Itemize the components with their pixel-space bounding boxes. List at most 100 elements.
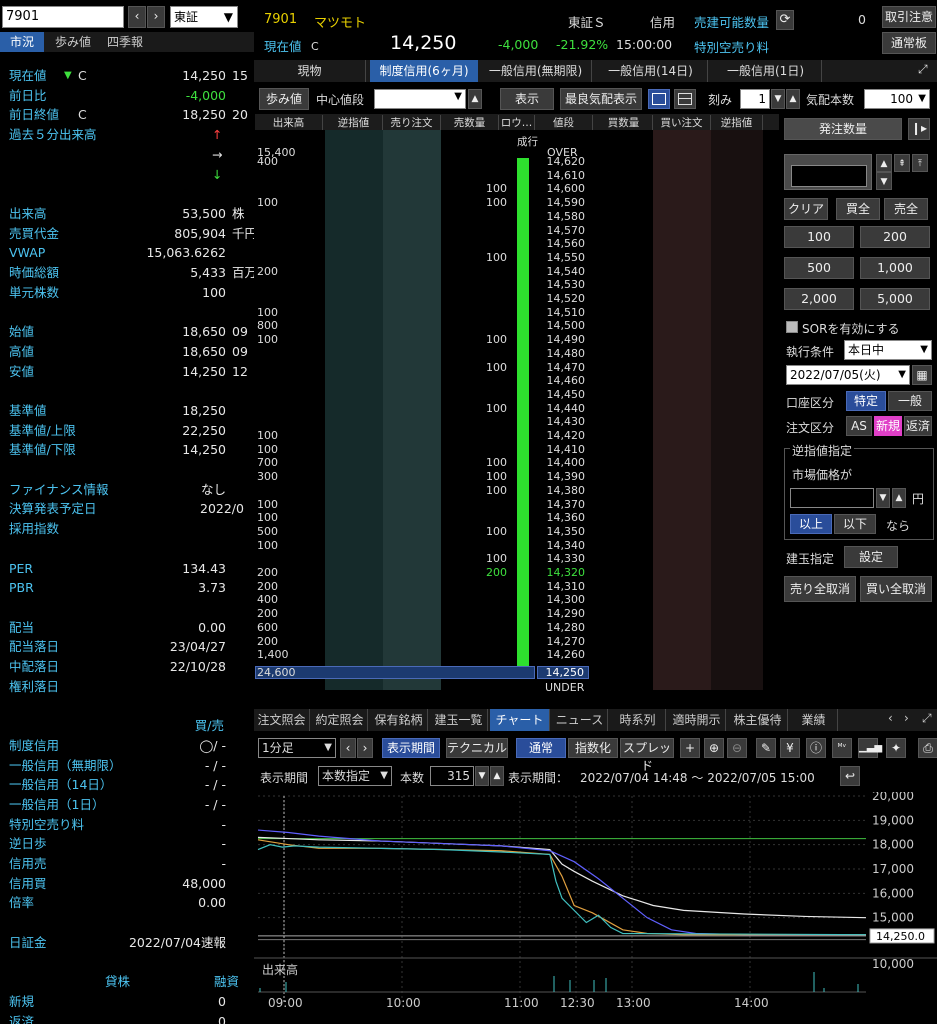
best-quote-button[interactable]: 最良気配表示: [560, 88, 642, 110]
tab-seido-credit[interactable]: 制度信用(6ヶ月): [370, 60, 478, 82]
bottom-tab[interactable]: 保有銘柄: [370, 709, 428, 731]
reset-icon[interactable]: ↩: [840, 766, 860, 786]
account-ippan-button[interactable]: 一般: [888, 391, 932, 411]
tab-genbutsu[interactable]: 現物: [254, 60, 366, 82]
qty-down-button[interactable]: ▼: [876, 172, 892, 190]
sell-all-button[interactable]: 売全: [884, 198, 928, 220]
qty-max-icon[interactable]: ⤒: [912, 154, 928, 172]
zoom-in-icon[interactable]: ⊕: [704, 738, 724, 758]
refresh-icon[interactable]: ⟳: [776, 10, 794, 30]
buy-all-button[interactable]: 買全: [836, 198, 880, 220]
center-price-up-button[interactable]: ▲: [468, 89, 482, 109]
info-icon[interactable]: ⓘ: [806, 738, 826, 758]
period-button[interactable]: 表示期間: [382, 738, 440, 758]
stop-price-down-button[interactable]: ▼: [876, 488, 890, 508]
info-row: →: [0, 145, 254, 165]
indicator-icon[interactable]: ᴹᵛ: [832, 738, 852, 758]
order-book-row: 200 14,540: [255, 265, 779, 279]
stop-price-input[interactable]: [790, 488, 874, 508]
next-code-button[interactable]: ›: [147, 6, 165, 28]
expand-right-icon[interactable]: ❙▸: [908, 118, 930, 140]
tab-shikiho[interactable]: 四季報: [100, 32, 150, 52]
qty-input[interactable]: [791, 165, 867, 187]
print-icon[interactable]: ⎙: [918, 738, 937, 758]
count-down-button[interactable]: ▼: [475, 766, 489, 786]
qty-up-button[interactable]: ▲: [876, 154, 892, 172]
mode-select[interactable]: 本数指定 ▼: [318, 766, 392, 786]
position-set-button[interactable]: 設定: [844, 546, 898, 568]
close-order-button[interactable]: 返済: [904, 416, 932, 436]
qty-preset-button[interactable]: 200: [860, 226, 930, 248]
settings-icon[interactable]: ✦: [886, 738, 906, 758]
market-select[interactable]: 東証 ▼: [170, 6, 238, 28]
center-price-input[interactable]: ▼: [374, 89, 466, 109]
tab-scroll-right-icon[interactable]: ›: [904, 711, 909, 725]
single-layout-icon[interactable]: [648, 89, 670, 109]
account-tokutei-button[interactable]: 特定: [846, 391, 886, 411]
as-button[interactable]: AS: [846, 416, 872, 436]
bottom-tab[interactable]: 適時開示: [668, 709, 726, 731]
tick-input[interactable]: 1: [740, 89, 770, 109]
tab-general-credit-14d[interactable]: 一般信用(14日): [594, 60, 708, 82]
normal-button[interactable]: 通常: [516, 738, 566, 758]
order-book-row: 14,520: [255, 292, 779, 306]
count-up-button[interactable]: ▲: [490, 766, 504, 786]
above-button[interactable]: 以上: [790, 514, 832, 534]
yen-icon[interactable]: ¥: [780, 738, 800, 758]
bottom-tab[interactable]: ニュース: [552, 709, 608, 731]
prev-code-button[interactable]: ‹: [128, 6, 146, 28]
bottom-tab[interactable]: 建玉一覧: [430, 709, 488, 731]
code-input[interactable]: 7901: [2, 6, 124, 28]
qty-preset-button[interactable]: 5,000: [860, 288, 930, 310]
tick-up-button[interactable]: ▲: [786, 89, 800, 109]
interval-select[interactable]: 1分足 ▼: [258, 738, 336, 758]
condition-select[interactable]: 本日中 ▼: [844, 340, 932, 360]
tab-scroll-left-icon[interactable]: ‹: [888, 711, 893, 725]
crosshair-icon[interactable]: +: [680, 738, 700, 758]
bottom-tab[interactable]: 約定照会: [312, 709, 368, 731]
tab-general-credit-unlimited[interactable]: 一般信用(無期限): [480, 60, 592, 82]
expand-icon[interactable]: ⤢: [922, 711, 932, 726]
bottom-tab[interactable]: 注文照会: [254, 709, 310, 731]
split-layout-icon[interactable]: [674, 89, 696, 109]
sor-checkbox[interactable]: [786, 321, 798, 333]
technical-button[interactable]: テクニカル: [446, 738, 508, 758]
stop-price-up-button[interactable]: ▲: [892, 488, 906, 508]
qty-preset-button[interactable]: 2,000: [784, 288, 854, 310]
prev-period-button[interactable]: ‹: [340, 738, 356, 758]
tick-down-button[interactable]: ▼: [771, 89, 785, 109]
bottom-tab[interactable]: 業績: [790, 709, 838, 731]
count-input[interactable]: 315: [430, 766, 474, 786]
date-select[interactable]: 2022/07/05(火) ▼: [786, 365, 910, 385]
row-volume: 100: [257, 538, 278, 552]
below-button[interactable]: 以下: [834, 514, 876, 534]
bottom-tab[interactable]: チャート: [490, 709, 550, 731]
qty-step-up-icon[interactable]: ⇞: [894, 154, 910, 172]
zoom-out-icon[interactable]: ⊖: [727, 738, 747, 758]
ayumi-button[interactable]: 歩み値: [259, 88, 309, 110]
show-button[interactable]: 表示: [500, 88, 554, 110]
qty-preset-button[interactable]: 1,000: [860, 257, 930, 279]
depth-select[interactable]: 100 ▼: [864, 89, 930, 109]
pen-icon[interactable]: ✎: [756, 738, 776, 758]
calendar-icon[interactable]: ▦: [912, 365, 932, 385]
caution-button[interactable]: 取引注意: [882, 6, 936, 28]
qty-preset-button[interactable]: 500: [784, 257, 854, 279]
tab-general-credit-1d[interactable]: 一般信用(1日): [710, 60, 822, 82]
qty-preset-button[interactable]: 100: [784, 226, 854, 248]
tab-ayumi[interactable]: 歩み値: [48, 32, 98, 52]
bottom-tab[interactable]: 時系列: [610, 709, 666, 731]
spread-button[interactable]: スプレッド: [620, 738, 674, 773]
index-button[interactable]: 指数化: [568, 738, 618, 758]
cancel-all-buy-button[interactable]: 買い全取消: [860, 576, 932, 602]
normal-board-button[interactable]: 通常板: [882, 32, 936, 54]
order-book-row: 14,480: [255, 347, 779, 361]
expand-icon[interactable]: ⤢: [918, 62, 928, 77]
next-period-button[interactable]: ›: [357, 738, 373, 758]
new-order-button[interactable]: 新規: [874, 416, 902, 436]
clear-button[interactable]: クリア: [784, 198, 828, 220]
bar-chart-icon[interactable]: ▁▃▅: [858, 738, 882, 758]
cancel-all-sell-button[interactable]: 売り全取消: [784, 576, 856, 602]
tab-market[interactable]: 市況: [0, 32, 44, 52]
bottom-tab[interactable]: 株主優待: [728, 709, 788, 731]
